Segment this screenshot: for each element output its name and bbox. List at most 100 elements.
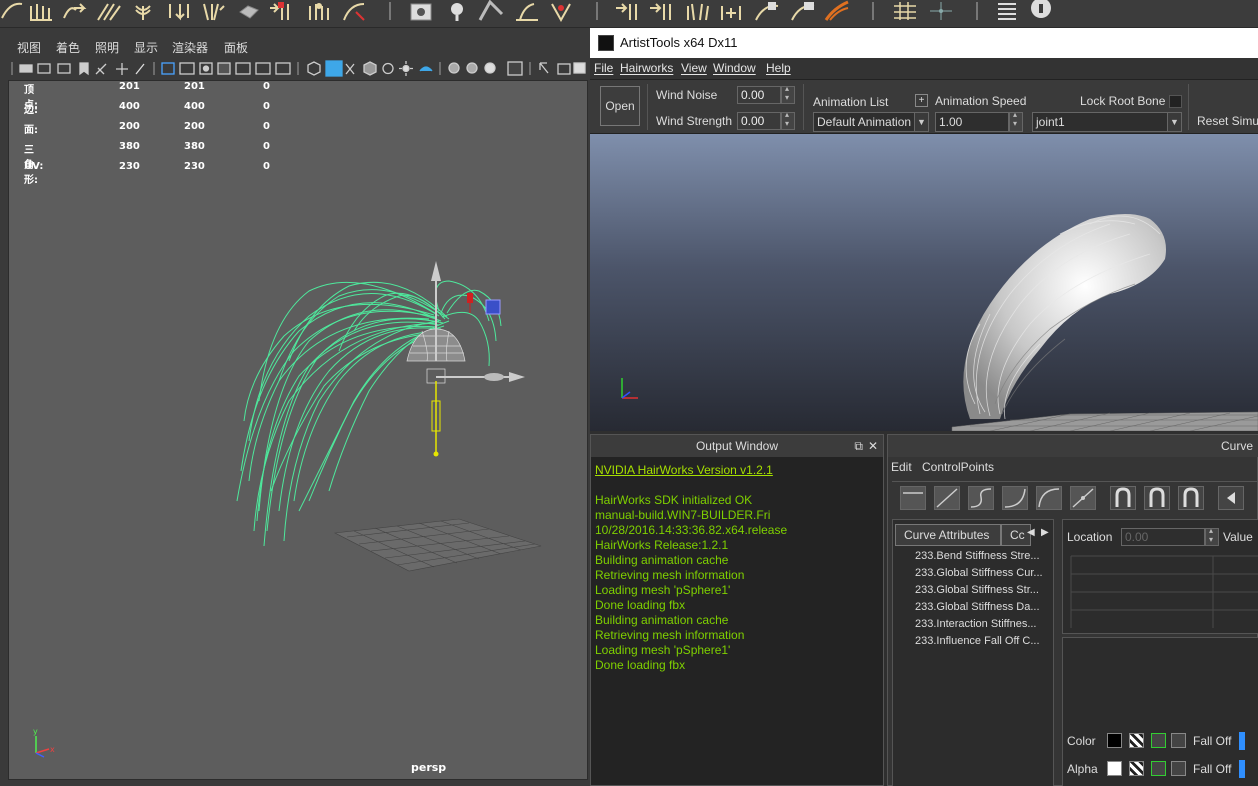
shelf-list-icon[interactable] [994,0,1020,22]
location-input[interactable]: 0.00 [1121,528,1205,546]
alpha-falloff-slider[interactable] [1239,760,1245,778]
menu-hairworks[interactable]: Hairworks [620,61,673,75]
arrow-left-icon[interactable] [1218,486,1244,510]
shelf-separator [389,2,391,20]
shelf-hair-bend-icon[interactable] [130,0,156,22]
artisttools-render-viewport[interactable] [590,134,1258,431]
tab-scroll-right-icon[interactable]: ▶ [1041,527,1049,538]
curve-ease-icon[interactable] [968,486,994,510]
menu-window[interactable]: Window [713,61,756,75]
restore-icon[interactable]: ⧉ [854,435,863,457]
maya-hair-scene: y x [33,261,542,758]
maya-toolbar-icons[interactable] [8,58,590,80]
color-falloff-slider[interactable] [1239,732,1245,750]
shelf-hair-tool-icon[interactable] [0,0,26,22]
bone-select[interactable]: joint1 ▼ [1032,112,1182,132]
shelf-hair-direction-icon[interactable] [62,0,88,22]
shelf-hair-cache-icon[interactable] [478,0,504,22]
location-spinner[interactable] [1205,526,1219,546]
curve-ease-in-icon[interactable] [1002,486,1028,510]
maya-hair-strands [236,280,502,547]
curve-editor-header[interactable]: Curve [888,435,1258,457]
curve-linear-icon[interactable] [934,486,960,510]
maya-perspective-viewport[interactable]: 顶点: 201 201 0 边: 400 400 0 面: 200 200 0 … [8,80,588,780]
checker-icon[interactable] [1129,733,1144,748]
hairworks-version-link[interactable]: NVIDIA HairWorks Version v1.2.1 [595,463,881,478]
shelf-hair-spread-icon[interactable] [684,0,710,22]
shelf-hair-sim-icon[interactable] [514,0,540,22]
close-icon[interactable]: ✕ [868,435,878,457]
maya-menu-lighting[interactable]: 照明 [95,39,119,56]
magnet-icon[interactable] [1110,486,1136,510]
animation-speed-spinner[interactable] [1009,110,1023,132]
window-title: ArtistTools x64 Dx11 [620,35,738,50]
curve-flat-icon[interactable] [900,486,926,510]
shelf-hair-brush-icon[interactable] [342,0,368,22]
shelf-hair-groom-icon[interactable] [306,0,332,22]
shelf-import-icon[interactable] [648,0,674,22]
curve-menu-controlpoints[interactable]: ControlPoints [922,460,994,474]
menu-view[interactable]: View [681,61,707,75]
wind-noise-input[interactable]: 0.00 [737,86,781,104]
shelf-points-icon[interactable] [928,0,954,22]
shelf-cube-hair-icon[interactable] [236,0,262,22]
magnet-icon[interactable] [1144,486,1170,510]
color-falloff-label: Fall Off [1193,734,1232,748]
color-swatch[interactable] [1107,733,1122,748]
magnet-icon[interactable] [1178,486,1204,510]
log-line: Done loading fbx [595,598,686,612]
animation-speed-input[interactable]: 1.00 [935,112,1009,132]
list-item[interactable]: 233.Global Stiffness Str... [915,584,1039,596]
shelf-hair-down-icon[interactable] [166,0,192,22]
shelf-hair-cut-icon[interactable] [200,0,226,22]
texture-icon[interactable] [1171,733,1186,748]
tab-curve-attributes[interactable]: Curve Attributes [895,524,1001,546]
shelf-export-icon[interactable] [614,0,640,22]
checker-icon[interactable] [1129,761,1144,776]
maya-menu-panels[interactable]: 面板 [224,39,248,56]
shelf-hair-color-icon[interactable] [824,0,850,22]
open-button[interactable]: Open [600,86,640,126]
list-item[interactable]: 233.Bend Stiffness Stre... [915,550,1040,562]
list-item[interactable]: 233.Interaction Stiffnes... [915,618,1036,630]
list-item[interactable]: 233.Influence Fall Off C... [915,635,1040,647]
wind-strength-input[interactable]: 0.00 [737,112,781,130]
shelf-hair-add-icon[interactable] [718,0,744,22]
shelf-info-icon[interactable] [1028,0,1054,22]
animation-list-select[interactable]: Default Animation ▼ [813,112,929,132]
shelf-hair-transfer-icon[interactable] [268,0,294,22]
wind-noise-spinner[interactable] [781,84,795,104]
divider [803,84,804,130]
curve-points-icon[interactable] [1070,486,1096,510]
shelf-grid-icon[interactable] [892,0,918,22]
refresh-icon[interactable] [1151,733,1166,748]
shelf-hair-comb-icon[interactable] [28,0,54,22]
reset-simulation-button[interactable]: Reset Simul [1197,114,1258,128]
menu-file[interactable]: File [594,61,613,75]
shelf-render-icon[interactable] [408,0,434,22]
menu-help[interactable]: Help [766,61,791,75]
alpha-swatch[interactable] [1107,761,1122,776]
artisttools-titlebar[interactable]: ArtistTools x64 Dx11 [590,28,1258,58]
curve-graph-grid[interactable] [1063,550,1258,630]
curve-ease-out-icon[interactable] [1036,486,1062,510]
maya-menu-view[interactable]: 视图 [17,39,41,56]
tab-scroll-left-icon[interactable]: ◀ [1027,527,1035,538]
refresh-icon[interactable] [1151,761,1166,776]
shelf-hair-collide-icon[interactable] [548,0,574,23]
output-window-header[interactable]: Output Window ⧉ ✕ [591,435,883,457]
maya-menu-renderer[interactable]: 渲染器 [172,39,208,56]
maya-menu-shading[interactable]: 着色 [56,39,80,56]
maya-menu-show[interactable]: 显示 [134,39,158,56]
list-item[interactable]: 233.Global Stiffness Da... [915,601,1040,613]
shelf-hair-scale-icon[interactable] [96,0,122,22]
shelf-light-icon[interactable] [444,0,470,22]
wind-strength-spinner[interactable] [781,110,795,130]
lock-root-bone-checkbox[interactable] [1169,95,1182,108]
texture-icon[interactable] [1171,761,1186,776]
list-item[interactable]: 233.Global Stiffness Cur... [915,567,1043,579]
shelf-hair-pin-icon[interactable] [754,0,780,22]
curve-menu-edit[interactable]: Edit [891,460,912,474]
shelf-hair-snapshot-icon[interactable] [790,0,816,22]
add-animation-button[interactable]: + [915,94,928,107]
